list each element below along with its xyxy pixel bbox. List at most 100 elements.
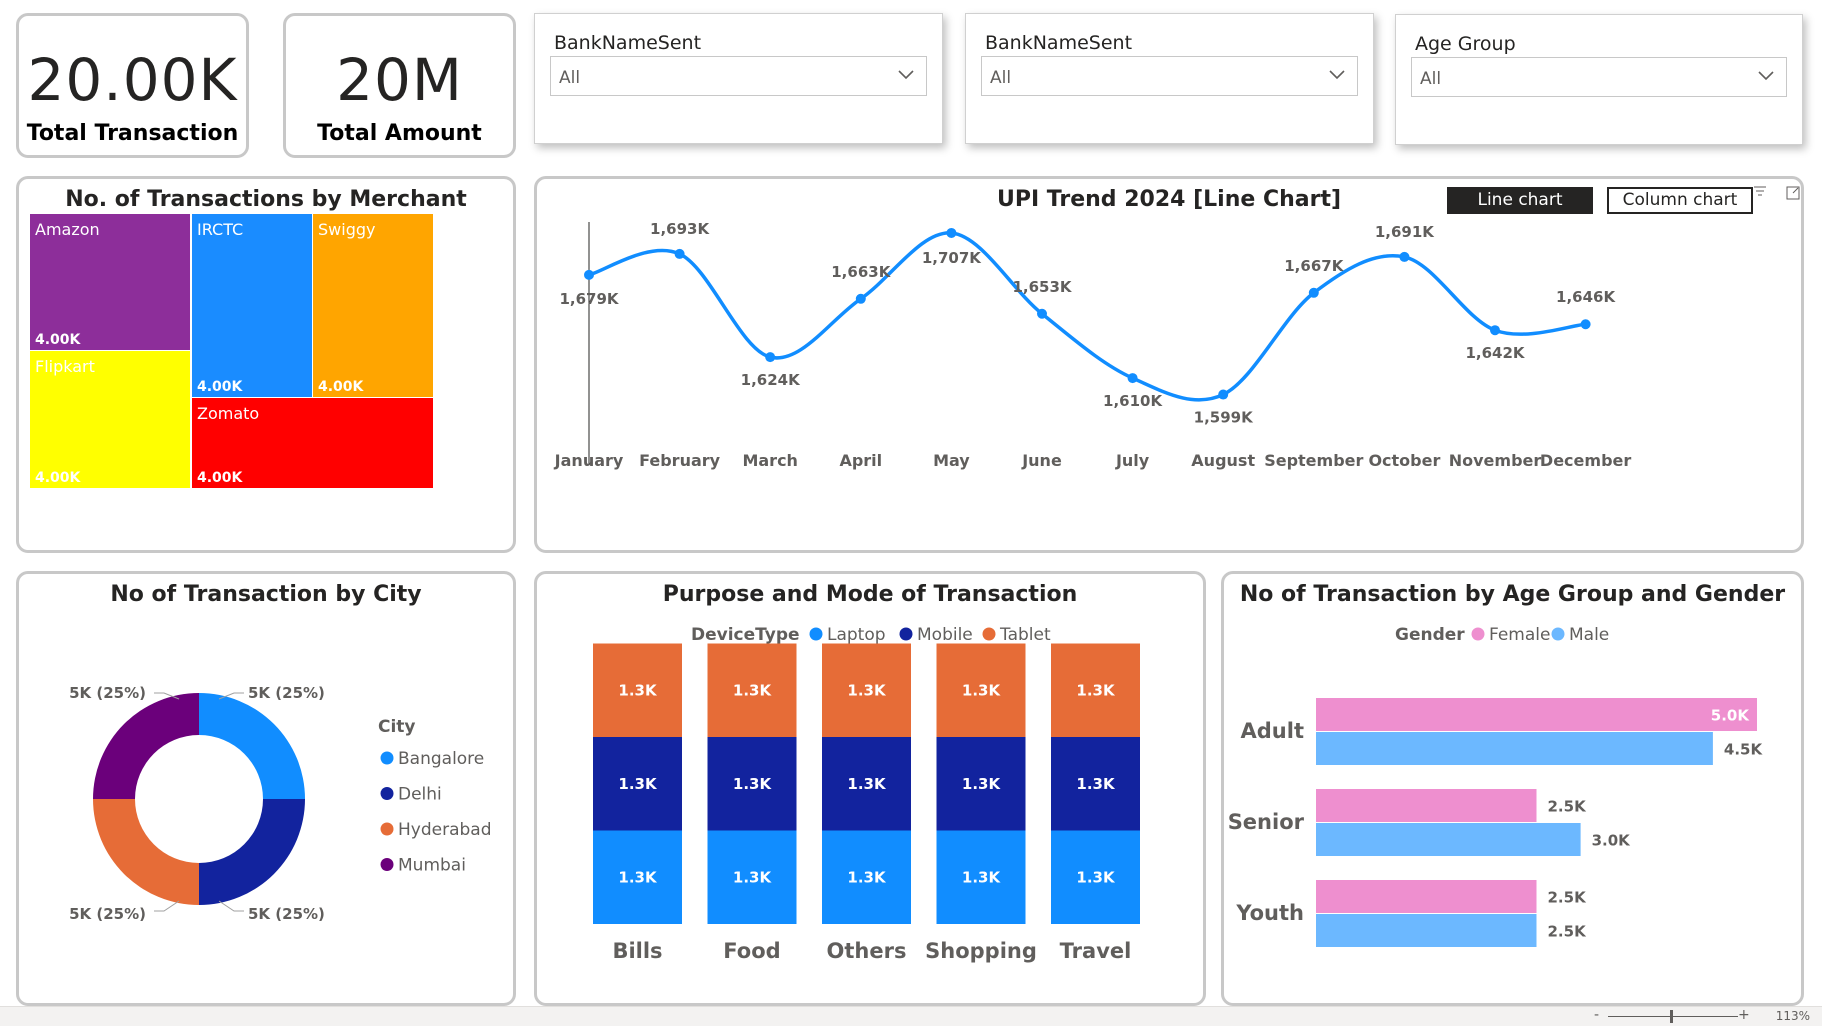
data-label: 1.3K xyxy=(962,868,1002,886)
treemap-tile-value: 4.00K xyxy=(35,332,82,348)
treemap-tile-swiggy[interactable] xyxy=(313,214,433,397)
city-donut-card: No of Transaction by City 5K (25%) 5K (25… xyxy=(16,571,516,1006)
upi-trend-card: UPI Trend 2024 [Line Chart] Line chart C… xyxy=(534,176,1804,553)
x-axis-label: March xyxy=(742,451,797,470)
data-point xyxy=(855,293,866,304)
bar-male[interactable] xyxy=(1316,732,1713,765)
data-point xyxy=(1399,251,1410,262)
report-canvas: 20.00K Total Transaction 20M Total Amoun… xyxy=(0,0,1822,1026)
kpi-value: 20M xyxy=(336,46,463,114)
kpi-label: Total Amount xyxy=(317,121,482,146)
legend-swatch xyxy=(380,787,394,800)
data-label: 1,599K xyxy=(1194,409,1254,427)
x-axis-label: October xyxy=(1368,451,1440,470)
data-label: 2.5K xyxy=(1548,798,1588,816)
slicer-title: BankNameSent xyxy=(554,32,702,54)
data-point xyxy=(1580,319,1591,330)
slicer-bank-name-sent-2: BankNameSent All xyxy=(965,13,1374,144)
donut-slice-delhi[interactable] xyxy=(199,799,305,905)
legend-item: Mumbai xyxy=(398,856,466,876)
purpose-mode-card: Purpose and Mode of Transaction DeviceTy… xyxy=(534,571,1206,1006)
treemap-chart[interactable]: Amazon 4.00K IRCTC 4.00K Swiggy 4.00K Flipkart… xyxy=(16,176,516,553)
x-axis-label: Food xyxy=(723,939,780,963)
treemap-tile-value: 4.00K xyxy=(197,379,244,395)
legend-item: Hyderabad xyxy=(398,820,492,840)
kpi-card-total-transaction[interactable]: 20.00K Total Transaction xyxy=(16,13,249,158)
data-label: 1.3K xyxy=(962,775,1002,793)
data-point xyxy=(765,352,776,363)
data-label: 1,679K xyxy=(559,290,619,308)
data-point xyxy=(1127,373,1138,384)
x-axis-label: Shopping xyxy=(925,939,1037,963)
bar-female[interactable] xyxy=(1316,880,1537,913)
data-label: 4.5K xyxy=(1724,741,1764,759)
zoom-level[interactable]: 113% xyxy=(1776,1009,1810,1023)
bar-female[interactable] xyxy=(1316,698,1757,731)
legend-swatch xyxy=(380,858,394,871)
donut-slice-mumbai[interactable] xyxy=(93,693,199,799)
data-label: 1.3K xyxy=(618,775,658,793)
y-axis-label: Senior xyxy=(1228,810,1305,834)
legend-swatch xyxy=(1471,627,1485,641)
treemap-tile-label: Zomato xyxy=(197,404,259,423)
data-label: 5K (25%) xyxy=(248,684,325,702)
bar-female[interactable] xyxy=(1316,789,1537,822)
status-bar: - + 113% xyxy=(0,1006,1822,1026)
x-axis-label: July xyxy=(1115,451,1150,470)
stacked-column-chart[interactable]: DeviceType Laptop Mobile Tablet 1.3K 1.3K 1.3K… xyxy=(534,571,1206,1006)
legend-swatch xyxy=(809,627,823,641)
data-label: 1.3K xyxy=(733,868,773,886)
slicer-dropdown[interactable]: All xyxy=(550,56,927,96)
series-line xyxy=(588,231,1586,402)
treemap-tile-irctc[interactable] xyxy=(192,214,312,397)
donut-slice-bangalore[interactable] xyxy=(199,693,305,799)
data-point xyxy=(1308,287,1319,298)
kpi-label: Total Transaction xyxy=(26,121,239,146)
x-axis-label: September xyxy=(1264,451,1363,470)
donut-slice-hyderabad[interactable] xyxy=(93,799,199,905)
data-label: 2.5K xyxy=(1548,889,1588,907)
x-axis-label: May xyxy=(933,451,970,470)
legend-item: Tablet xyxy=(999,625,1051,645)
data-label: 1.3K xyxy=(618,681,658,699)
zoom-slider-thumb[interactable] xyxy=(1670,1010,1673,1023)
data-label: 1,667K xyxy=(1284,257,1344,275)
data-point xyxy=(584,269,594,280)
slicer-dropdown[interactable]: All xyxy=(981,56,1358,96)
slicer-selected-value: All xyxy=(559,68,581,88)
kpi-card-total-amount[interactable]: 20M Total Amount xyxy=(283,13,516,158)
data-label: 1,691K xyxy=(1375,223,1435,241)
data-label: 1.3K xyxy=(962,681,1002,699)
data-label: 1,663K xyxy=(831,263,891,281)
data-label: 1,707K xyxy=(922,249,982,267)
x-axis-label: August xyxy=(1191,451,1255,470)
legend-item: Female xyxy=(1489,625,1550,645)
x-axis-label: January xyxy=(554,451,624,470)
legend-swatch xyxy=(380,822,394,836)
treemap-tile-label: Swiggy xyxy=(318,220,375,239)
zoom-out-button[interactable]: - xyxy=(1594,1007,1599,1023)
y-axis-label: Youth xyxy=(1235,901,1304,925)
data-label: 5K (25%) xyxy=(69,905,146,923)
donut-chart[interactable]: 5K (25%) 5K (25%) 5K (25%) 5K (25%) City Bang… xyxy=(16,571,516,1006)
chevron-down-icon xyxy=(1329,70,1345,80)
treemap-tile-label: Flipkart xyxy=(35,357,95,376)
legend-item: Male xyxy=(1569,625,1609,645)
bar-male[interactable] xyxy=(1316,914,1537,947)
clustered-bar-chart[interactable]: Gender Female MaleAdult5.0K4.5KSenior2.5K3… xyxy=(1221,571,1804,1006)
x-axis-label: Travel xyxy=(1060,939,1132,963)
data-point xyxy=(946,227,957,238)
slicer-age-group: Age Group All xyxy=(1395,14,1803,145)
x-axis-label: April xyxy=(839,451,882,470)
slicer-dropdown[interactable]: All xyxy=(1411,57,1787,97)
bar-male[interactable] xyxy=(1316,823,1581,856)
data-point xyxy=(674,248,685,259)
data-point xyxy=(1037,308,1047,319)
slicer-selected-value: All xyxy=(1420,69,1442,89)
zoom-slider[interactable] xyxy=(1608,1016,1738,1017)
data-label: 5.0K xyxy=(1711,707,1751,725)
line-chart[interactable]: 1,679K January 1,693K February 1,624K March 1,… xyxy=(534,176,1804,553)
data-label: 1.3K xyxy=(733,775,773,793)
zoom-in-button[interactable]: + xyxy=(1738,1007,1750,1023)
treemap-tile-value: 4.00K xyxy=(197,470,244,486)
